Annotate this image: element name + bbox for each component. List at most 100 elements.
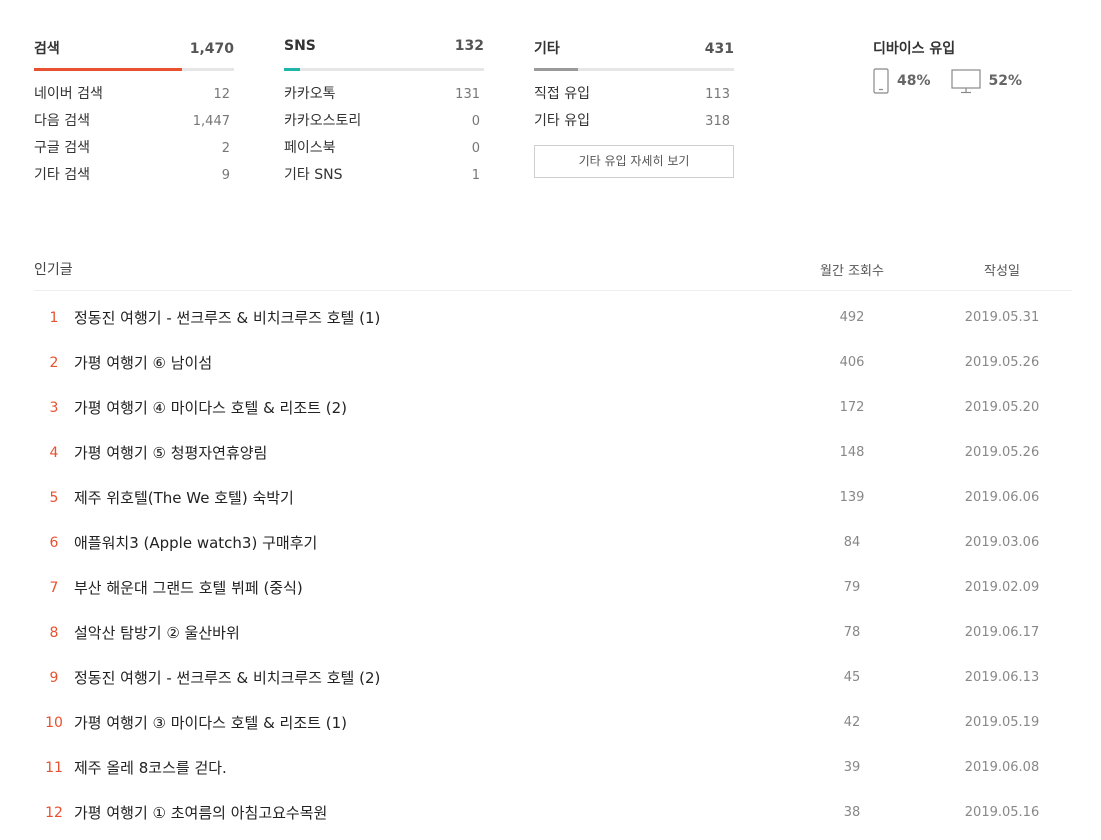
stat-label: 기타 검색 (34, 167, 90, 183)
post-date: 2019.05.26 (964, 445, 1040, 460)
post-date: 2019.05.31 (964, 310, 1040, 325)
list-item: 7 부산 해운대 그랜드 호텔 뷔페 (중식) 79 2019.02.09 (34, 565, 1072, 610)
post-title-link[interactable]: 제주 올레 8코스를 걷다. (74, 757, 792, 778)
stat-value: 2 (221, 141, 230, 156)
popular-posts-header: 인기글 월간 조회수 작성일 (34, 248, 1072, 291)
sns-share-bar (284, 68, 484, 71)
etc-stats: 기타 431 직접 유입 113 기타 유입 318 기타 유입 자세히 보기 (534, 38, 734, 178)
post-rank: 3 (49, 399, 59, 416)
etc-share-fill (534, 68, 578, 71)
post-title-link[interactable]: 가평 여행기 ④ 마이다스 호텔 & 리조트 (2) (74, 397, 792, 418)
date-column-header: 작성일 (984, 263, 1020, 279)
list-item: 8 설악산 탐방기 ② 울산바위 78 2019.06.17 (34, 610, 1072, 655)
search-row-other: 기타 검색 9 (34, 167, 234, 194)
etc-stats-title: 기타 (534, 41, 560, 57)
post-rank: 4 (49, 444, 59, 461)
list-item: 10 가평 여행기 ③ 마이다스 호텔 & 리조트 (1) 42 2019.05… (34, 700, 1072, 745)
search-share-fill (34, 68, 182, 71)
post-views: 78 (843, 625, 861, 640)
stat-value: 318 (705, 114, 730, 129)
search-stats-header: 검색 1,470 (34, 38, 234, 60)
sns-row-other: 기타 SNS 1 (284, 167, 484, 194)
sns-row-kakaotalk: 카카오톡 131 (284, 86, 484, 113)
stat-label: 기타 SNS (284, 167, 343, 183)
post-title-link[interactable]: 가평 여행기 ⑤ 청평자연휴양림 (74, 442, 792, 463)
search-row-daum: 다음 검색 1,447 (34, 113, 234, 140)
desktop-percent: 52% (988, 73, 1023, 89)
list-item: 1 정동진 여행기 - 썬크루즈 & 비치크루즈 호텔 (1) 492 2019… (34, 295, 1072, 340)
list-item: 11 제주 올레 8코스를 걷다. 39 2019.06.08 (34, 745, 1072, 790)
stat-label: 카카오톡 (284, 86, 336, 102)
etc-detail-button[interactable]: 기타 유입 자세히 보기 (534, 145, 734, 178)
list-item: 9 정동진 여행기 - 썬크루즈 & 비치크루즈 호텔 (2) 45 2019.… (34, 655, 1072, 700)
post-title-link[interactable]: 가평 여행기 ⑥ 남이섬 (74, 352, 792, 373)
post-date: 2019.06.06 (964, 490, 1040, 505)
list-item: 4 가평 여행기 ⑤ 청평자연휴양림 148 2019.05.26 (34, 430, 1072, 475)
post-rank: 9 (49, 669, 59, 686)
list-item: 6 애플워치3 (Apple watch3) 구매후기 84 2019.03.0… (34, 520, 1072, 565)
post-title-link[interactable]: 애플워치3 (Apple watch3) 구매후기 (74, 532, 792, 553)
popular-posts: 인기글 월간 조회수 작성일 1 정동진 여행기 - 썬크루즈 & 비치크루즈 … (34, 248, 1072, 835)
mobile-percent: 48% (897, 73, 931, 89)
post-date: 2019.06.08 (964, 760, 1040, 775)
stat-value: 0 (471, 141, 480, 156)
post-views: 139 (839, 490, 865, 505)
post-views: 42 (843, 715, 861, 730)
stat-value: 1,447 (192, 114, 230, 129)
post-title-link[interactable]: 가평 여행기 ① 초여름의 아침고요수목원 (74, 802, 792, 823)
post-title-link[interactable]: 부산 해운대 그랜드 호텔 뷔페 (중식) (74, 577, 792, 598)
etc-row-direct: 직접 유입 113 (534, 86, 734, 113)
post-rank: 8 (49, 624, 59, 641)
post-views: 45 (843, 670, 861, 685)
sns-stats-title: SNS (284, 38, 316, 54)
device-stats-title: 디바이스 유입 (873, 41, 956, 57)
search-share-bar (34, 68, 234, 71)
list-item: 5 제주 위호텔(The We 호텔) 숙박기 139 2019.06.06 (34, 475, 1072, 520)
views-column-header: 월간 조회수 (820, 263, 884, 279)
stat-value: 1 (471, 168, 480, 183)
post-title-link[interactable]: 정동진 여행기 - 썬크루즈 & 비치크루즈 호텔 (2) (74, 667, 792, 688)
post-views: 148 (839, 445, 865, 460)
list-item: 12 가평 여행기 ① 초여름의 아침고요수목원 38 2019.05.16 (34, 790, 1072, 835)
stat-label: 기타 유입 (534, 113, 590, 129)
stat-label: 구글 검색 (34, 140, 90, 156)
stat-label: 카카오스토리 (284, 113, 362, 129)
post-views: 84 (843, 535, 861, 550)
search-stats: 검색 1,470 네이버 검색 12 다음 검색 1,447 구글 검색 2 기… (34, 38, 234, 194)
post-rank: 6 (49, 534, 59, 551)
post-views: 492 (839, 310, 865, 325)
sns-row-facebook: 페이스북 0 (284, 140, 484, 167)
list-item: 2 가평 여행기 ⑥ 남이섬 406 2019.05.26 (34, 340, 1072, 385)
sns-stats-header: SNS 132 (284, 38, 484, 60)
post-date: 2019.05.16 (964, 805, 1040, 820)
post-views: 38 (843, 805, 861, 820)
sns-stats-total: 132 (454, 38, 484, 54)
stat-label: 페이스북 (284, 140, 336, 156)
post-title-link[interactable]: 정동진 여행기 - 썬크루즈 & 비치크루즈 호텔 (1) (74, 307, 792, 328)
device-stats: 디바이스 유입 48% 52% (873, 38, 1073, 94)
search-row-google: 구글 검색 2 (34, 140, 234, 167)
list-item: 3 가평 여행기 ④ 마이다스 호텔 & 리조트 (2) 172 2019.05… (34, 385, 1072, 430)
post-views: 79 (843, 580, 861, 595)
post-title-link[interactable]: 가평 여행기 ③ 마이다스 호텔 & 리조트 (1) (74, 712, 792, 733)
sns-share-fill (284, 68, 300, 71)
post-title-link[interactable]: 설악산 탐방기 ② 울산바위 (74, 622, 792, 643)
stat-value: 113 (705, 87, 730, 102)
post-rank: 2 (49, 354, 59, 371)
post-date: 2019.05.19 (964, 715, 1040, 730)
post-date: 2019.06.17 (964, 625, 1040, 640)
post-rank: 10 (45, 714, 63, 731)
stat-value: 12 (213, 87, 230, 102)
desktop-monitor-icon (950, 69, 981, 94)
etc-row-other: 기타 유입 318 (534, 113, 734, 140)
stat-value: 131 (455, 87, 480, 102)
search-stats-total: 1,470 (189, 41, 234, 57)
post-rank: 12 (45, 804, 63, 821)
device-desktop: 52% (950, 68, 1023, 94)
post-views: 39 (843, 760, 861, 775)
post-date: 2019.02.09 (964, 580, 1040, 595)
post-views: 172 (839, 400, 865, 415)
etc-stats-header: 기타 431 (534, 38, 734, 60)
post-title-link[interactable]: 제주 위호텔(The We 호텔) 숙박기 (74, 487, 792, 508)
etc-share-bar (534, 68, 734, 71)
